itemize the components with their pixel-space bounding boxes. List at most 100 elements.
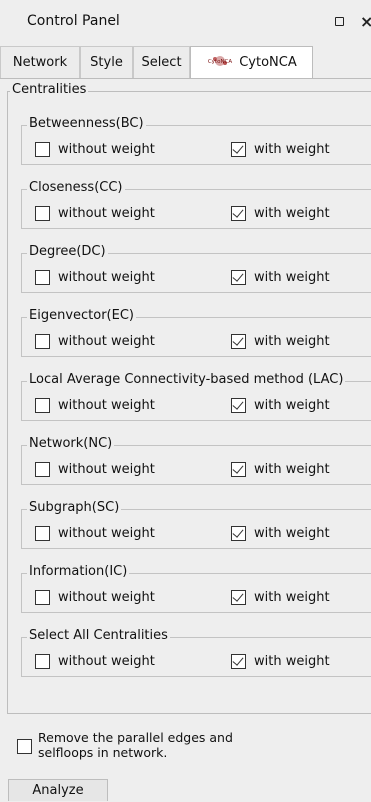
centrality-group-title: Betweenness(BC) (27, 116, 146, 131)
with-weight-label: with weight (254, 653, 330, 669)
checkmark-icon (232, 461, 244, 474)
with-weight-option[interactable]: with weight (231, 140, 330, 158)
centrality-group-title: Closeness(CC) (27, 180, 125, 195)
without-weight-option[interactable]: without weight (35, 204, 155, 222)
without-weight-label: without weight (58, 333, 155, 349)
without-weight-label: without weight (58, 141, 155, 157)
tab-select-label: Select (141, 55, 182, 70)
with-weight-label: with weight (254, 589, 330, 605)
remove-parallel-edges-checkbox[interactable] (17, 739, 32, 754)
tab-cytonca-label: CytoNCA (239, 55, 297, 70)
with-weight-option[interactable]: with weight (231, 204, 330, 222)
float-window-icon[interactable] (335, 17, 344, 26)
without-weight-checkbox[interactable] (35, 141, 50, 157)
centrality-group: Closeness(CC) without weight with weight (21, 180, 371, 229)
cytonca-logo-icon: CytoNCA (208, 55, 233, 66)
without-weight-checkbox[interactable] (35, 461, 50, 477)
without-weight-label: without weight (58, 397, 155, 413)
without-weight-option[interactable]: without weight (35, 268, 155, 286)
with-weight-option[interactable]: with weight (231, 588, 330, 606)
analyze-button[interactable]: Analyze (8, 779, 108, 801)
centrality-group: Degree(DC) without weight with weight (21, 244, 371, 293)
with-weight-checkbox[interactable] (231, 653, 246, 669)
centrality-group-title: Local Average Connectivity-based method … (27, 372, 346, 387)
without-weight-checkbox[interactable] (35, 589, 50, 605)
without-weight-label: without weight (58, 589, 155, 605)
remove-option-line2: selfloops in network. (38, 745, 168, 760)
tab-style[interactable]: Style (80, 46, 133, 78)
remove-parallel-edges-option[interactable]: Remove the parallel edges and selfloops … (17, 730, 233, 760)
with-weight-label: with weight (254, 141, 330, 157)
tab-network-label: Network (12, 55, 68, 70)
with-weight-label: with weight (254, 333, 330, 349)
with-weight-checkbox[interactable] (231, 333, 246, 349)
without-weight-label: without weight (58, 269, 155, 285)
without-weight-checkbox[interactable] (35, 653, 50, 669)
tab-network[interactable]: Network (0, 46, 80, 78)
with-weight-option[interactable]: with weight (231, 652, 330, 670)
centrality-group: Network(NC) without weight with weight (21, 436, 371, 485)
tab-cytonca[interactable]: CytoNCA CytoNCA (190, 46, 313, 78)
with-weight-checkbox[interactable] (231, 589, 246, 605)
without-weight-option[interactable]: without weight (35, 140, 155, 158)
tab-divider (0, 78, 371, 79)
centrality-group-title: Eigenvector(EC) (27, 308, 136, 323)
centralities-title: Centralities (10, 82, 89, 97)
with-weight-label: with weight (254, 397, 330, 413)
centrality-group-title: Information(IC) (27, 564, 130, 579)
centrality-group: Information(IC) without weight with weight (21, 564, 371, 613)
with-weight-option[interactable]: with weight (231, 460, 330, 478)
without-weight-checkbox[interactable] (35, 205, 50, 221)
with-weight-option[interactable]: with weight (231, 396, 330, 414)
without-weight-option[interactable]: without weight (35, 332, 155, 350)
cytonca-logo-text: CytoNCA (208, 59, 233, 65)
title-bar: Control Panel × (0, 0, 371, 42)
checkmark-icon (232, 589, 244, 602)
without-weight-option[interactable]: without weight (35, 588, 155, 606)
tab-bar: Network Style Select CytoNCA CytoNCA (0, 46, 371, 78)
without-weight-checkbox[interactable] (35, 397, 50, 413)
checkmark-icon (232, 205, 244, 218)
with-weight-checkbox[interactable] (231, 205, 246, 221)
checkmark-icon (232, 269, 244, 282)
centrality-group: Select All Centralities without weight wit… (21, 628, 371, 677)
with-weight-label: with weight (254, 205, 330, 221)
checkmark-icon (232, 653, 244, 666)
without-weight-checkbox[interactable] (35, 525, 50, 541)
centrality-group: Eigenvector(EC) without weight with weight (21, 308, 371, 357)
with-weight-checkbox[interactable] (231, 397, 246, 413)
without-weight-label: without weight (58, 205, 155, 221)
centrality-group-title: Subgraph(SC) (27, 500, 122, 515)
without-weight-option[interactable]: without weight (35, 460, 155, 478)
tab-style-label: Style (90, 55, 123, 70)
without-weight-option[interactable]: without weight (35, 524, 155, 542)
with-weight-checkbox[interactable] (231, 525, 246, 541)
with-weight-option[interactable]: with weight (231, 268, 330, 286)
without-weight-option[interactable]: without weight (35, 396, 155, 414)
centrality-group: Local Average Connectivity-based method … (21, 372, 371, 421)
close-icon[interactable]: × (360, 12, 371, 31)
without-weight-checkbox[interactable] (35, 333, 50, 349)
without-weight-checkbox[interactable] (35, 269, 50, 285)
centrality-group-title: Select All Centralities (27, 628, 170, 643)
checkmark-icon (232, 333, 244, 346)
without-weight-label: without weight (58, 653, 155, 669)
with-weight-checkbox[interactable] (231, 141, 246, 157)
checkmark-icon (232, 525, 244, 538)
panel-title: Control Panel (27, 13, 120, 29)
without-weight-label: without weight (58, 461, 155, 477)
with-weight-label: with weight (254, 525, 330, 541)
with-weight-checkbox[interactable] (231, 269, 246, 285)
without-weight-option[interactable]: without weight (35, 652, 155, 670)
without-weight-label: without weight (58, 525, 155, 541)
with-weight-label: with weight (254, 269, 330, 285)
centrality-group: Subgraph(SC) without weight with weight (21, 500, 371, 549)
checkmark-icon (232, 397, 244, 410)
tab-select[interactable]: Select (133, 46, 190, 78)
with-weight-option[interactable]: with weight (231, 524, 330, 542)
centrality-group: Betweenness(BC) without weight with weight (21, 116, 371, 165)
with-weight-checkbox[interactable] (231, 461, 246, 477)
remove-option-line1: Remove the parallel edges and (38, 730, 233, 745)
with-weight-label: with weight (254, 461, 330, 477)
with-weight-option[interactable]: with weight (231, 332, 330, 350)
